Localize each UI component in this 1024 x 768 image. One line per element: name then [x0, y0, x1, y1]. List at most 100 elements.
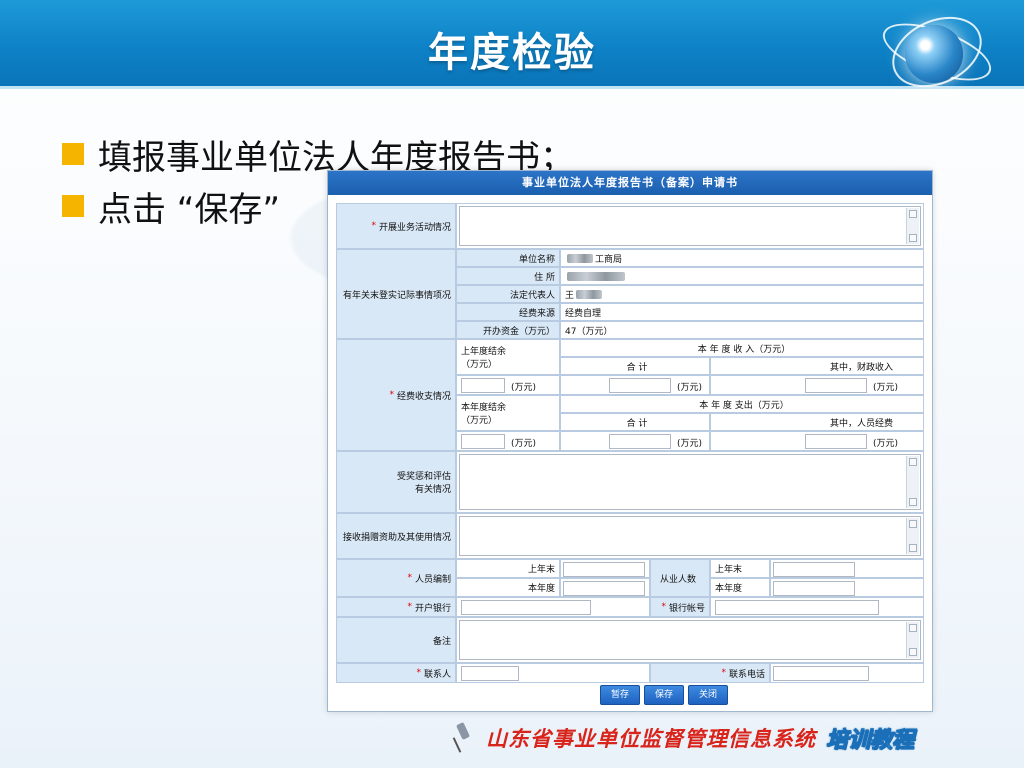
account-value-cell [710, 597, 924, 617]
legal-rep-label-cell: 法定代表人 [456, 285, 560, 303]
scrollbar[interactable] [906, 208, 919, 244]
required-mark: * [661, 602, 666, 612]
income-total-input[interactable] [609, 378, 671, 393]
donation-label-cell: 接收捐赠资助及其使用情况 [336, 513, 456, 559]
address-label: 住 所 [534, 272, 555, 283]
form-title: 事业单位法人年度报告书（备案）申请书 [328, 171, 932, 195]
staffing-last-year-label: 上年末 [456, 559, 560, 578]
save-button[interactable]: 保存 [644, 685, 685, 705]
income-fiscal-input[interactable] [805, 378, 867, 393]
expense-total-label: 合 计 [560, 413, 710, 431]
income-total-label: 合 计 [560, 357, 710, 375]
employees-label-cell: 从业人数 [650, 559, 710, 597]
expense-staff-label: 其中，人员经费 [710, 413, 924, 431]
scrollbar[interactable] [906, 456, 919, 508]
remark-label: 备注 [432, 636, 451, 647]
employees-this-year-label: 本年度 [710, 578, 770, 597]
contact-input[interactable] [461, 666, 519, 681]
employees-last-year-cell [770, 559, 924, 578]
staffing-last-year-input[interactable] [563, 562, 645, 577]
expense-total-input[interactable] [609, 434, 671, 449]
contact-value-cell [456, 663, 650, 683]
donation-textarea[interactable] [459, 516, 921, 556]
remark-textarea[interactable] [459, 620, 921, 660]
required-mark: * [407, 602, 412, 612]
annual-report-form: 事业单位法人年度报告书（备案）申请书 * 开展业务活动情况 有年关末登实记际事情项… [327, 170, 933, 712]
employees-this-year-cell [770, 578, 924, 597]
unit-name-text: 工商局 [595, 254, 623, 265]
scrollbar[interactable] [906, 518, 919, 554]
contact-label: 联系人 [423, 669, 451, 680]
legal-rep-label: 法定代表人 [509, 290, 555, 301]
fund-source-label: 经费来源 [518, 308, 555, 319]
change-label-cell: 有年关末登实记际事情项况 [336, 249, 456, 339]
staffing-this-year-input[interactable] [563, 581, 645, 596]
bank-input[interactable] [461, 600, 591, 615]
account-label: 银行帐号 [668, 603, 705, 614]
change-label: 有年关末登实记际事情项况 [342, 290, 451, 301]
bank-label: 开户银行 [414, 603, 451, 614]
prev-balance-input[interactable] [461, 378, 505, 393]
scrollbar[interactable] [906, 622, 919, 658]
staffing-this-year-label: 本年度 [456, 578, 560, 597]
staffing-this-year-cell [560, 578, 650, 597]
expense-header: 本 年 度 支出（万元） [560, 395, 924, 413]
required-mark: * [389, 390, 394, 400]
required-mark: * [721, 668, 726, 678]
redacted-text [567, 271, 625, 281]
curr-balance-label: 本年度结余（万元） [461, 403, 507, 426]
bullet-square-icon [62, 143, 84, 165]
donation-value-cell [456, 513, 924, 559]
staffing-label-cell: * 人员编制 [336, 559, 456, 597]
footer-tag: 培训教程 [825, 728, 915, 754]
business-textarea[interactable] [459, 206, 921, 246]
bank-value-cell [456, 597, 650, 617]
curr-balance-input[interactable] [461, 434, 505, 449]
curr-balance-label-cell: 本年度结余（万元） [456, 395, 560, 431]
bullet-square-icon [62, 195, 84, 217]
phone-label-cell: * 联系电话 [650, 663, 770, 683]
unit-label: (万元) [873, 439, 899, 449]
employees-last-year-label: 上年末 [710, 559, 770, 578]
income-fiscal-input-cell: (万元) [710, 375, 924, 395]
donation-label: 接收捐赠资助及其使用情况 [342, 532, 451, 543]
unit-label: (万元) [511, 439, 537, 449]
close-button[interactable]: 关闭 [688, 685, 729, 705]
employees-last-year-input[interactable] [773, 562, 855, 577]
account-input[interactable] [715, 600, 879, 615]
awards-textarea[interactable] [459, 454, 921, 510]
footer-system-name: 山东省事业单位监督管理信息系统 [486, 727, 816, 751]
remark-value-cell [456, 617, 924, 663]
awards-label-cell: 受奖惩和评估有关情况 [336, 451, 456, 513]
capital-value: 47（万元） [560, 321, 924, 339]
temp-save-button[interactable]: 暂存 [600, 685, 641, 705]
fund-source-value: 经费自理 [560, 303, 924, 321]
remark-label-cell: 备注 [336, 617, 456, 663]
expense-staff-input[interactable] [805, 434, 867, 449]
income-fiscal-label: 其中，财政收入 [710, 357, 924, 375]
unit-label: (万元) [677, 383, 703, 393]
awards-label: 受奖惩和评估有关情况 [396, 472, 451, 495]
redacted-text [567, 253, 593, 263]
employees-this-year-input[interactable] [773, 581, 855, 596]
capital-label-cell: 开办资金（万元） [456, 321, 560, 339]
unit-label: (万元) [873, 383, 899, 393]
legal-rep-text: 王 [565, 290, 575, 301]
address-label-cell: 住 所 [456, 267, 560, 285]
redacted-text [576, 289, 603, 299]
unit-label: (万元) [511, 383, 537, 393]
awards-value-cell [456, 451, 924, 513]
required-mark: * [371, 221, 376, 231]
account-label-cell: * 银行帐号 [650, 597, 710, 617]
expense-total-input-cell: (万元) [560, 431, 710, 451]
required-mark: * [416, 668, 421, 678]
business-label: 开展业务活动情况 [378, 222, 451, 233]
income-total-input-cell: (万元) [560, 375, 710, 395]
expense-staff-input-cell: (万元) [710, 431, 924, 451]
income-header: 本 年 度 收 入（万元） [560, 339, 924, 357]
address-value [560, 267, 924, 285]
curr-balance-input-cell: (万元) [456, 431, 560, 451]
phone-input[interactable] [773, 666, 869, 681]
phone-label: 联系电话 [728, 669, 765, 680]
prev-balance-input-cell: (万元) [456, 375, 560, 395]
